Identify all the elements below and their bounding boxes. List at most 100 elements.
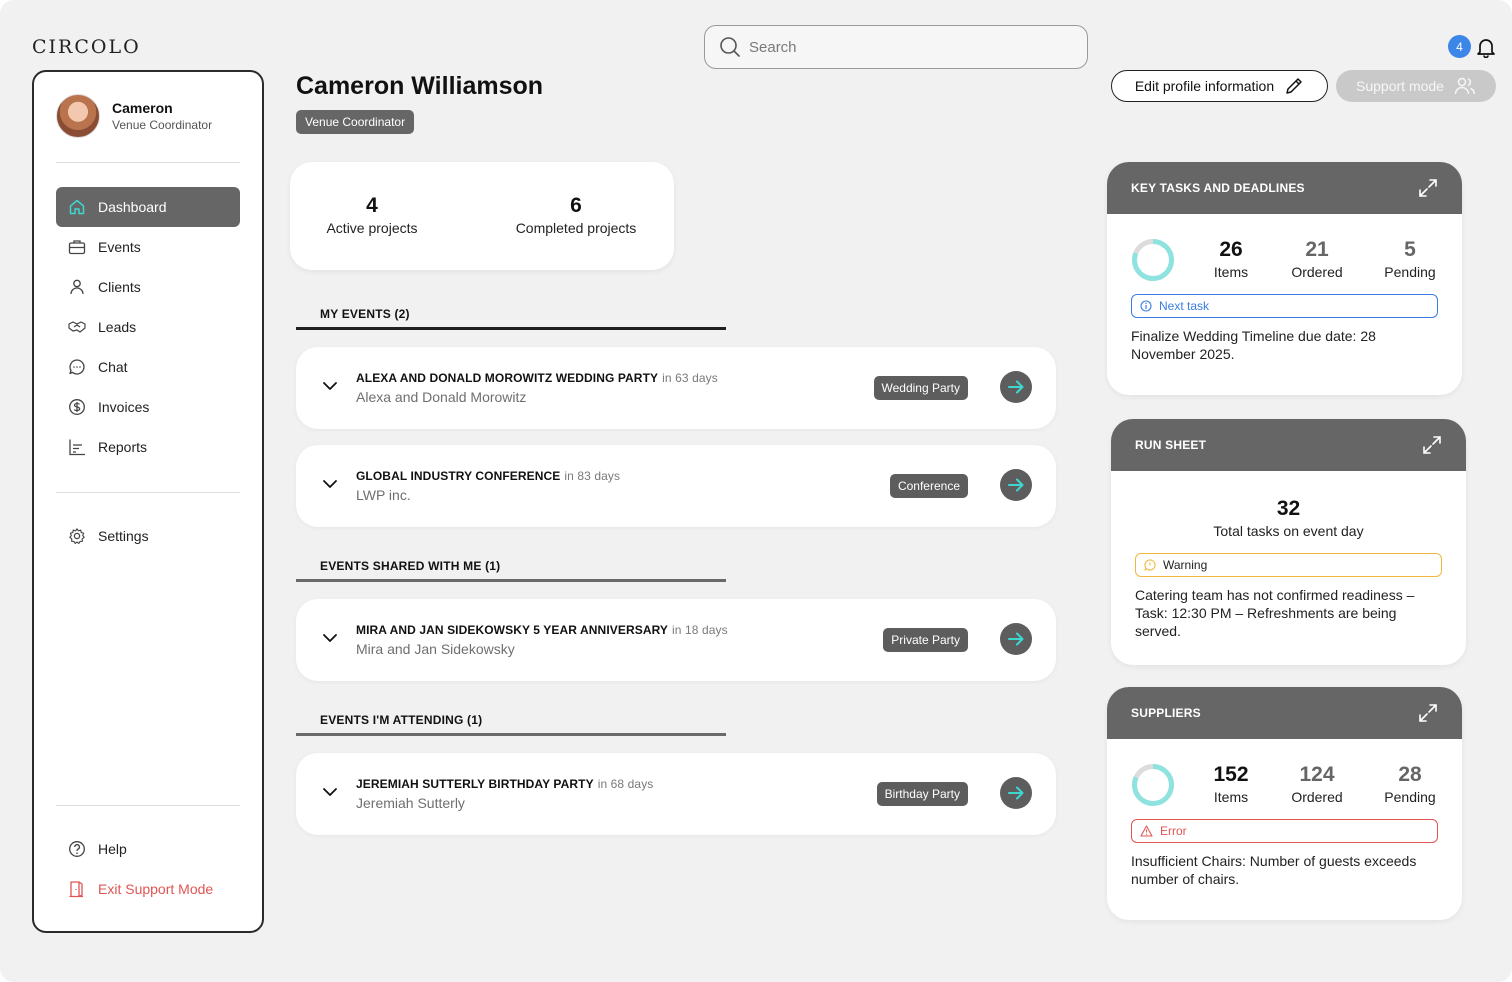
open-event-button[interactable]: [1000, 623, 1032, 655]
sidebar-item-dashboard[interactable]: Dashboard: [56, 187, 240, 227]
sidebar-item-label: Help: [98, 841, 127, 857]
ordered-label: Ordered: [1291, 264, 1343, 280]
open-event-button[interactable]: [1000, 371, 1032, 403]
sidebar-item-chat[interactable]: Chat: [56, 347, 240, 387]
bell-icon[interactable]: [1475, 36, 1497, 58]
section-attending-events: EVENTS I'M ATTENDING (1): [296, 713, 726, 736]
home-icon: [68, 198, 86, 216]
avatar: [56, 94, 100, 138]
user-icon: [68, 278, 86, 296]
sidebar-item-invoices[interactable]: Invoices: [56, 387, 240, 427]
handshake-icon: [68, 318, 86, 336]
search-bar[interactable]: [704, 25, 1088, 69]
sidebar-item-label: Clients: [98, 279, 141, 295]
divider: [56, 162, 240, 163]
warning-triangle-icon: [1140, 825, 1153, 837]
arrow-right-icon: [1008, 478, 1024, 492]
event-card[interactable]: GLOBAL INDUSTRY CONFERENCE in 83 days LWP…: [296, 445, 1056, 527]
sidebar-item-settings[interactable]: Settings: [56, 516, 240, 556]
warning-text: Catering team has not confirmed readines…: [1135, 587, 1415, 639]
open-event-button[interactable]: [1000, 469, 1032, 501]
event-days: in 68 days: [597, 777, 654, 791]
alert-label: Warning: [1163, 558, 1208, 572]
support-mode-button[interactable]: Support mode: [1336, 70, 1496, 102]
user-name: Cameron: [112, 100, 173, 116]
edit-profile-button[interactable]: Edit profile information: [1111, 70, 1328, 102]
divider: [56, 492, 240, 493]
suppliers-card: SUPPLIERS 152 Items 124 Ordered 28 Pendi…: [1107, 687, 1462, 920]
sidebar-item-leads[interactable]: Leads: [56, 307, 240, 347]
event-title: MIRA AND JAN SIDEKOWSKY 5 YEAR ANNIVERSA…: [356, 623, 669, 637]
event-title: GLOBAL INDUSTRY CONFERENCE: [356, 469, 561, 483]
ordered-count: 124: [1299, 763, 1335, 786]
event-card[interactable]: ALEXA AND DONALD MOROWITZ WEDDING PARTY i…: [296, 347, 1056, 429]
role-chip: Venue Coordinator: [296, 110, 415, 134]
users-icon: [1454, 77, 1476, 95]
event-card[interactable]: MIRA AND JAN SIDEKOWSKY 5 YEAR ANNIVERSA…: [296, 599, 1056, 681]
card-title: SUPPLIERS: [1131, 706, 1201, 720]
run-sheet-card: RUN SHEET 32 Total tasks on event day Wa…: [1111, 419, 1466, 665]
logo: CIRCOLO: [32, 36, 141, 58]
sidebar-item-reports[interactable]: Reports: [56, 427, 240, 467]
sidebar-item-label: Chat: [98, 359, 128, 375]
chevron-down-icon[interactable]: [322, 378, 338, 394]
sidebar-item-label: Leads: [98, 319, 137, 335]
error-text: Insufficient Chairs: Number of guests ex…: [1131, 853, 1417, 887]
sidebar-item-events[interactable]: Events: [56, 227, 240, 267]
briefcase-icon: [68, 238, 86, 256]
progress-ring: [1132, 764, 1174, 806]
project-stats: 4 Active projects 6 Completed projects: [290, 162, 674, 270]
ordered-count: 21: [1305, 238, 1329, 261]
completed-projects-stat: 6 Completed projects: [486, 194, 666, 236]
chevron-down-icon[interactable]: [322, 630, 338, 646]
event-type-tag: Wedding Party: [873, 376, 968, 400]
items-label: Items: [1213, 789, 1249, 805]
dollar-icon: [68, 398, 86, 416]
divider: [56, 805, 240, 806]
warning-chat-icon: [1144, 559, 1156, 571]
sidebar-item-exit-support-mode[interactable]: Exit Support Mode: [56, 869, 240, 909]
event-title: JEREMIAH SUTTERLY BIRTHDAY PARTY: [356, 777, 594, 791]
event-card[interactable]: JEREMIAH SUTTERLY BIRTHDAY PARTY in 68 da…: [296, 753, 1056, 835]
completed-projects-count: 6: [570, 194, 582, 217]
expand-icon[interactable]: [1418, 178, 1438, 198]
active-projects-label: Active projects: [326, 220, 418, 236]
event-type-tag: Conference: [889, 474, 968, 498]
help-icon: [68, 840, 86, 858]
event-client: Jeremiah Sutterly: [356, 795, 465, 811]
next-task-text: Finalize Wedding Timeline due date: 28 N…: [1131, 328, 1376, 362]
pencil-icon: [1286, 78, 1302, 94]
bar-chart-icon: [68, 438, 86, 456]
arrow-right-icon: [1008, 786, 1024, 800]
sidebar-item-label: Exit Support Mode: [98, 881, 214, 897]
event-client: LWP inc.: [356, 487, 411, 503]
page-title: Cameron Williamson: [296, 72, 544, 100]
sidebar-item-clients[interactable]: Clients: [56, 267, 240, 307]
user-profile[interactable]: Cameron Venue Coordinator: [56, 94, 212, 138]
sidebar-item-help[interactable]: Help: [56, 829, 240, 869]
ordered-label: Ordered: [1291, 789, 1343, 805]
card-title: KEY TASKS AND DEADLINES: [1131, 181, 1305, 195]
info-icon: [1140, 300, 1152, 312]
search-input[interactable]: [749, 38, 1069, 56]
expand-icon[interactable]: [1418, 703, 1438, 723]
arrow-right-icon: [1008, 632, 1024, 646]
chat-icon: [68, 358, 86, 376]
chevron-down-icon[interactable]: [322, 784, 338, 800]
expand-icon[interactable]: [1422, 435, 1442, 455]
pending-label: Pending: [1384, 789, 1436, 805]
chevron-down-icon[interactable]: [322, 476, 338, 492]
edit-profile-label: Edit profile information: [1134, 78, 1275, 94]
key-tasks-card: KEY TASKS AND DEADLINES 26 Items 21 Orde…: [1107, 162, 1462, 395]
event-title: ALEXA AND DONALD MOROWITZ WEDDING PARTY: [356, 371, 659, 385]
sidebar-item-label: Invoices: [98, 399, 150, 415]
pending-count: 28: [1398, 763, 1422, 786]
info-alert: Next task: [1131, 294, 1438, 318]
open-event-button[interactable]: [1000, 777, 1032, 809]
section-underline: [296, 327, 726, 330]
notifications[interactable]: 4: [1448, 35, 1497, 58]
sidebar-item-label: Settings: [98, 528, 149, 544]
active-projects-count: 4: [366, 194, 378, 217]
sidebar-item-label: Reports: [98, 439, 148, 455]
section-shared-events: EVENTS SHARED WITH ME (1): [296, 559, 726, 582]
